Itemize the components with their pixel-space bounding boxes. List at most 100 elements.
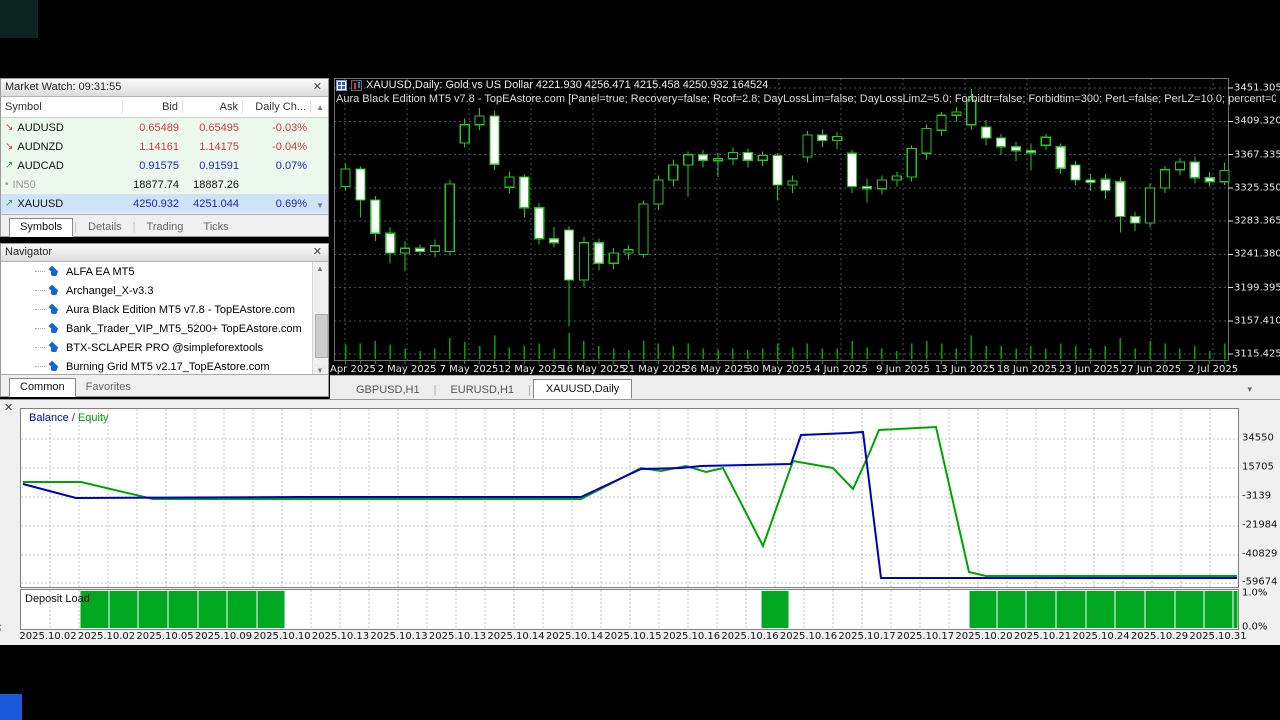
chart-tab-gbpusd-h1[interactable]: GBPUSD,H1	[344, 381, 432, 399]
navigator-item[interactable]: BTX-SCLAPER PRO @simpleforextools	[1, 338, 328, 357]
bid-cell: 1.14161	[123, 141, 183, 153]
navigator-item-label: Archangel_X-v3.3	[66, 285, 153, 297]
chart-title-row: XAUUSD,Daily: Gold vs US Dollar 4221.930…	[336, 79, 768, 91]
scroll-down-icon[interactable]: ▼	[316, 201, 324, 210]
daily-change-cell: 0.69%	[243, 198, 311, 210]
expert-advisor-icon	[47, 323, 61, 334]
tree-connector	[35, 328, 45, 329]
chart-tab-eurusd-h1[interactable]: EURUSD,H1	[438, 381, 526, 399]
expert-advisor-icon	[47, 285, 61, 296]
date-axis-label: 9 Jun 2025	[876, 364, 930, 375]
date-axis-label: 18 Jun 2025	[997, 364, 1057, 375]
price-axis-label: 3325.350	[1234, 182, 1280, 193]
symbol-name: AUDCAD	[17, 160, 63, 172]
scrollbar-thumb[interactable]	[315, 314, 328, 358]
tab-details[interactable]: Details	[78, 219, 132, 236]
tester-date-label: 2025.10.24	[1072, 631, 1129, 642]
date-axis-label: 26 May 2025	[684, 364, 749, 375]
navigator-titlebar[interactable]: Navigator ✕	[1, 244, 328, 262]
expert-advisor-icon	[47, 266, 61, 277]
market-watch-titlebar[interactable]: Market Watch: 09:31:55 ✕	[1, 79, 328, 97]
balance-equity-graph[interactable]: Balance / Equity	[20, 408, 1239, 588]
deposit-load-label: Deposit Load	[25, 593, 90, 605]
ask-cell: 1.14175	[183, 141, 243, 153]
tab-ticks[interactable]: Ticks	[193, 219, 238, 236]
column-header[interactable]: Ask	[183, 101, 243, 113]
tester-date-label: 2025.10.15	[604, 631, 661, 642]
date-axis-label: 4 Jun 2025	[814, 364, 868, 375]
tab-favorites[interactable]: Favorites	[76, 379, 141, 396]
column-header[interactable]: Bid	[123, 101, 183, 113]
tester-date-label: 2025.10.17	[897, 631, 954, 642]
table-row[interactable]: ↘AUDUSD0.654890.65495-0.03%	[1, 118, 328, 137]
daily-change-cell: -0.03%	[243, 122, 311, 134]
table-row[interactable]: •IN5018877.7418887.26	[1, 175, 328, 194]
navigator-item[interactable]: ALFA EA MT5	[1, 262, 328, 281]
column-header[interactable]: Daily Ch...	[243, 101, 311, 113]
navigator-scrollbar[interactable]: ▲ ▼	[312, 262, 328, 377]
down-trend-icon: ↘	[5, 122, 13, 133]
market-watch-title: Market Watch: 09:31:55	[5, 79, 121, 96]
navigator-item-label: Aura Black Edition MT5 v7.8 - TopEAstore…	[66, 304, 295, 316]
navigator-item[interactable]: Aura Black Edition MT5 v7.8 - TopEAstore…	[1, 300, 328, 319]
table-row[interactable]: ↗AUDCAD0.915750.915910.07%	[1, 156, 328, 175]
candlestick-chart	[330, 78, 1280, 375]
tab-trading[interactable]: Trading	[137, 219, 194, 236]
tree-connector	[35, 347, 45, 348]
tester-date-label: 2025.10.10	[253, 631, 310, 642]
date-axis-label: 21 May 2025	[622, 364, 687, 375]
legend-equity: Equity	[78, 412, 109, 424]
market-watch-header[interactable]: SymbolBidAskDaily Ch...	[1, 97, 328, 118]
tab-symbols[interactable]: Symbols	[9, 218, 73, 237]
date-axis-label: 28 Apr 2025	[314, 364, 376, 375]
scroll-up-icon[interactable]: ▲	[316, 103, 324, 112]
symbol-cell: ↗XAUUSD	[1, 198, 123, 210]
desktop: Market Watch: 09:31:55 ✕ SymbolBidAskDai…	[0, 0, 1280, 720]
navigator-title: Navigator	[5, 244, 52, 261]
chart-tabbar: ▾GBPUSD,H1|EURUSD,H1|XAUUSD,Daily	[330, 375, 1280, 399]
navigator-item[interactable]: Archangel_X-v3.3	[1, 281, 328, 300]
tester-panel-label[interactable]: Strategy Tester	[0, 588, 1, 646]
tester-date-label: 2025.10.13	[312, 631, 369, 642]
deposit-load-graph[interactable]: Deposit Load	[20, 589, 1239, 630]
daily-change-cell: 0.07%	[243, 160, 311, 172]
table-row[interactable]: ↘AUDNZD1.141611.14175-0.04%	[1, 137, 328, 156]
navigator-item[interactable]: Bank_Trader_VIP_MT5_5200+ TopEAstore.com	[1, 319, 328, 338]
navigator-item-label: BTX-SCLAPER PRO @simpleforextools	[66, 342, 263, 354]
tester-date-label: 2025.10.16	[663, 631, 720, 642]
table-row[interactable]: ↗XAUUSD4250.9324251.0440.69%	[1, 194, 328, 213]
tree-connector	[35, 366, 45, 367]
price-axis-label: 3115.425	[1234, 349, 1280, 360]
symbol-name: IN50	[13, 179, 36, 191]
tab-common[interactable]: Common	[9, 378, 76, 397]
scroll-up-icon[interactable]: ▲	[316, 264, 324, 273]
date-axis-label: 2 May 2025	[378, 364, 437, 375]
column-header[interactable]: Symbol	[1, 101, 123, 113]
tester-date-label: 2025.10.13	[429, 631, 486, 642]
chart-title: XAUUSD,Daily: Gold vs US Dollar 4221.930…	[366, 79, 768, 91]
ask-cell: 0.65495	[183, 122, 243, 134]
tree-connector	[35, 271, 45, 272]
chart-tab-xauusd-daily[interactable]: XAUUSD,Daily	[533, 379, 632, 399]
symbol-name: XAUUSD	[17, 198, 63, 210]
tester-date-label: 2025.10.16	[780, 631, 837, 642]
tab-separator: |	[432, 381, 439, 399]
price-axis-label: 3283.365	[1234, 216, 1280, 227]
close-icon[interactable]: ✕	[311, 82, 324, 93]
price-axis-label: 3199.395	[1234, 282, 1280, 293]
chevron-down-icon[interactable]: ▾	[1247, 384, 1252, 395]
expert-advisor-icon	[47, 304, 61, 315]
price-axis-label: 3367.335	[1234, 149, 1280, 160]
symbol-cell: ↗ AUDCAD	[1, 160, 123, 172]
close-icon[interactable]: ✕	[311, 247, 324, 258]
up-trend-icon: ↗	[5, 160, 13, 171]
navigator-panel: Navigator ✕ ALFA EA MT5 Archangel_X-v3.3 A…	[0, 243, 329, 397]
deposit-max-label: 1.0%	[1242, 588, 1267, 599]
price-chart[interactable]: XAUUSD,Daily: Gold vs US Dollar 4221.930…	[330, 78, 1280, 375]
tester-axis-label: -59674	[1242, 577, 1277, 588]
desktop-icon-bottom	[0, 694, 22, 720]
tester-date-label: 2025.10.17	[838, 631, 895, 642]
close-icon[interactable]: ✕	[2, 403, 15, 414]
tester-date-label: 2025.10.09	[195, 631, 252, 642]
desktop-icon-top	[0, 0, 38, 38]
